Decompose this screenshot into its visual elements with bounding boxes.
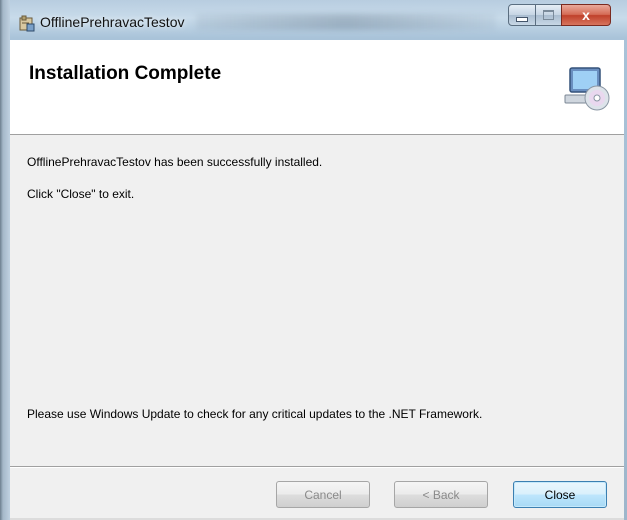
maximize-icon (543, 10, 554, 20)
caption-buttons: x (508, 4, 612, 28)
page-title: Installation Complete (29, 63, 222, 84)
title-bar[interactable]: OfflinePrehravacTestov x (0, 0, 627, 40)
close-instruction: Click "Close" to exit. (27, 187, 135, 201)
installer-app-icon (19, 15, 35, 32)
dialog-client-area: Installation Complete OfflinePrehravacTe… (10, 40, 624, 520)
window-title: OfflinePrehravacTestov (40, 14, 185, 30)
background-window-blur (196, 14, 496, 30)
minimize-button[interactable] (508, 4, 536, 26)
close-button[interactable]: Close (513, 481, 607, 508)
window-left-border (0, 0, 10, 520)
windows-update-note: Please use Windows Update to check for a… (27, 407, 483, 421)
computer-cd-icon (564, 67, 610, 111)
minimize-icon (516, 16, 528, 22)
maximize-button[interactable] (535, 4, 562, 26)
close-window-button[interactable]: x (561, 4, 611, 26)
footer-separator (10, 466, 624, 468)
installer-window: OfflinePrehravacTestov x Installation Co… (0, 0, 627, 520)
success-message: OfflinePrehravacTestov has been successf… (27, 155, 323, 169)
cancel-button[interactable]: Cancel (276, 481, 370, 508)
close-icon: x (582, 7, 590, 23)
header-banner: Installation Complete (10, 40, 624, 135)
back-button[interactable]: < Back (394, 481, 488, 508)
